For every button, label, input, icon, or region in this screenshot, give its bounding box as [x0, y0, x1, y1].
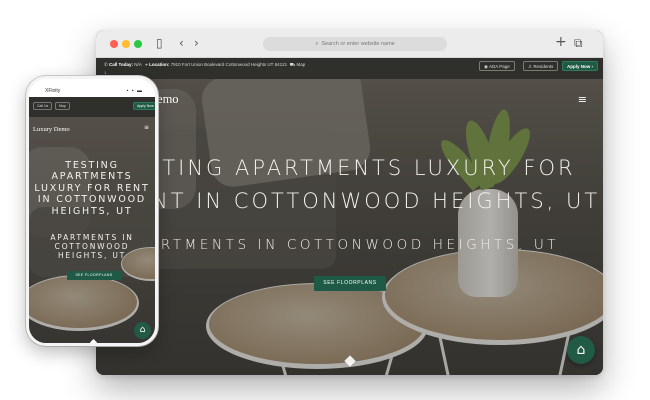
- browser-toolbar: ▯ ‹ › ⌕ Search or enter website name + ⧉: [96, 30, 603, 58]
- address-bar-placeholder: Search or enter website name: [321, 41, 395, 47]
- hero-title-line-2: NT IN COTTONWOOD HEIGHTS, UT: [152, 189, 601, 213]
- call-label: Call Today:: [109, 62, 133, 67]
- phone-map-button[interactable]: Map: [55, 102, 70, 110]
- search-icon: ⌕: [315, 41, 319, 47]
- user-icon: ♙: [528, 64, 533, 69]
- minimize-window-button[interactable]: [122, 40, 130, 48]
- apply-now-label: Apply Now: [567, 64, 591, 69]
- chat-home-icon[interactable]: ⌂: [567, 336, 595, 364]
- call-value[interactable]: N/A: [134, 62, 141, 67]
- phone-hero-section: Luxury Demo ≡ TESTING APARTMENTS LUXURY …: [29, 117, 155, 343]
- chevron-right-icon[interactable]: ›: [194, 36, 199, 50]
- hamburger-menu-icon[interactable]: ≡: [578, 94, 587, 105]
- site-top-bar: ✆ Call Today: N/A ⌖ Location: 7910 Fort …: [96, 58, 603, 79]
- accessibility-icon: ◉: [484, 64, 488, 69]
- hero-section: Demo ≡ STING APARTMENTS LUXURY FOR NT IN…: [96, 79, 603, 375]
- phone-chat-home-icon[interactable]: ⌂: [134, 322, 151, 339]
- phone-site-top-bar: Call Us Map Apply Now: [29, 97, 155, 117]
- see-floorplans-button[interactable]: SEE FLOORPLANS: [314, 276, 386, 291]
- location-value: 7910 Fort Union Boulevard Cottonwood Hei…: [170, 62, 288, 67]
- ada-page-label: ADA Page: [488, 64, 510, 69]
- close-window-button[interactable]: [110, 40, 118, 48]
- contact-info: ✆ Call Today: N/A ⌖ Location: 7910 Fort …: [104, 62, 305, 69]
- residents-label: Residents: [533, 64, 554, 69]
- sidebar-icon[interactable]: ▯: [156, 36, 163, 50]
- maximize-window-button[interactable]: [134, 40, 142, 48]
- phone-hero-overlay: [29, 117, 155, 343]
- phone-status-bar: XFinity ▪ ▪ ▬: [29, 79, 155, 97]
- top-bar-sub-text: 1: [104, 70, 107, 75]
- phone-hero-subtitle: APARTMENTS IN COTTONWOOD HEIGHTS, UT: [50, 233, 134, 260]
- tabs-icon[interactable]: ⧉: [574, 36, 583, 50]
- car-icon: ⛟: [289, 62, 296, 67]
- residents-button[interactable]: ♙ Residents: [523, 61, 559, 71]
- mobile-phone-mockup: XFinity ▪ ▪ ▬ Call Us Map Apply Now Luxu…: [26, 76, 158, 346]
- phone-hero-title: TESTING APARTMENTS LUXURY FOR RENT IN CO…: [34, 160, 150, 217]
- desktop-browser-mockup: ▯ ‹ › ⌕ Search or enter website name + ⧉ …: [96, 30, 603, 375]
- phone-call-button[interactable]: Call Us: [33, 102, 53, 110]
- phone-hamburger-menu-icon[interactable]: ≡: [144, 125, 149, 131]
- phone-apply-now-button[interactable]: Apply Now: [133, 102, 155, 110]
- apply-now-button[interactable]: Apply Now ›: [562, 61, 598, 71]
- location-label: Location:: [149, 62, 170, 67]
- location-pin-icon: ⌖: [145, 62, 148, 67]
- plus-icon[interactable]: +: [555, 35, 567, 49]
- carrier-label: XFinity: [45, 88, 61, 94]
- map-link[interactable]: Map: [297, 62, 306, 67]
- phone-icon: ✆: [104, 62, 108, 67]
- hero-title-line-1: STING APARTMENTS LUXURY FOR: [146, 156, 576, 180]
- battery-icon: ▪ ▪ ▬: [126, 88, 143, 94]
- ada-page-button[interactable]: ◉ ADA Page: [479, 61, 515, 71]
- address-bar[interactable]: ⌕ Search or enter website name: [263, 37, 447, 51]
- hero-overlay: [96, 79, 603, 375]
- chevron-left-icon[interactable]: ‹: [179, 36, 184, 50]
- phone-site-logo[interactable]: Luxury Demo: [33, 126, 70, 133]
- hero-subtitle: ARTMENTS IN COTTONWOOD HEIGHTS, UT: [148, 237, 560, 253]
- phone-see-floorplans-button[interactable]: SEE FLOORPLANS: [67, 271, 121, 280]
